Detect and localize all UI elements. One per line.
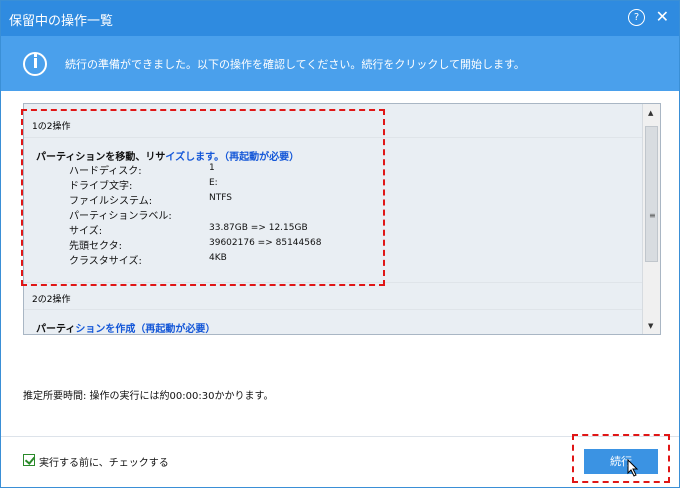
info-banner: 続行の準備ができました。以下の操作を確認してください。続行をクリックして開始しま… [1,36,679,91]
title-bar: 保留中の操作一覧 ? ✕ [1,1,679,36]
help-icon[interactable]: ? [628,9,645,26]
operation-2-header: 2の2操作 [32,295,71,305]
info-icon [23,52,47,76]
checkbox-label: 実行する前に、チェックする [39,458,169,469]
separator [24,309,644,310]
scroll-up-icon[interactable]: ▲ [648,109,653,117]
banner-text: 続行の準備ができました。以下の操作を確認してください。続行をクリックして開始しま… [65,58,525,71]
estimated-time: 推定所要時間: 操作の実行には約00:00:30かかります。 [23,391,274,402]
operation-2-title: パーティションを作成（再起動が必要） [36,324,216,335]
scroll-down-icon[interactable]: ▼ [648,322,653,330]
pending-operations-dialog: 保留中の操作一覧 ? ✕ 続行の準備ができました。以下の操作を確認してください。… [0,0,680,488]
highlight-box-operation [21,109,385,286]
window-title: 保留中の操作一覧 [9,14,114,29]
scroll-thumb[interactable]: ≡ [645,126,658,262]
vertical-scrollbar[interactable]: ▲ ≡ ▼ [642,104,660,334]
close-icon[interactable]: ✕ [656,7,669,26]
checkmark-icon [24,454,36,465]
continue-button[interactable]: 続行 [584,449,658,474]
check-before-run-checkbox[interactable] [23,454,36,466]
mouse-cursor-icon [627,459,639,477]
grip-icon: ≡ [649,211,656,220]
